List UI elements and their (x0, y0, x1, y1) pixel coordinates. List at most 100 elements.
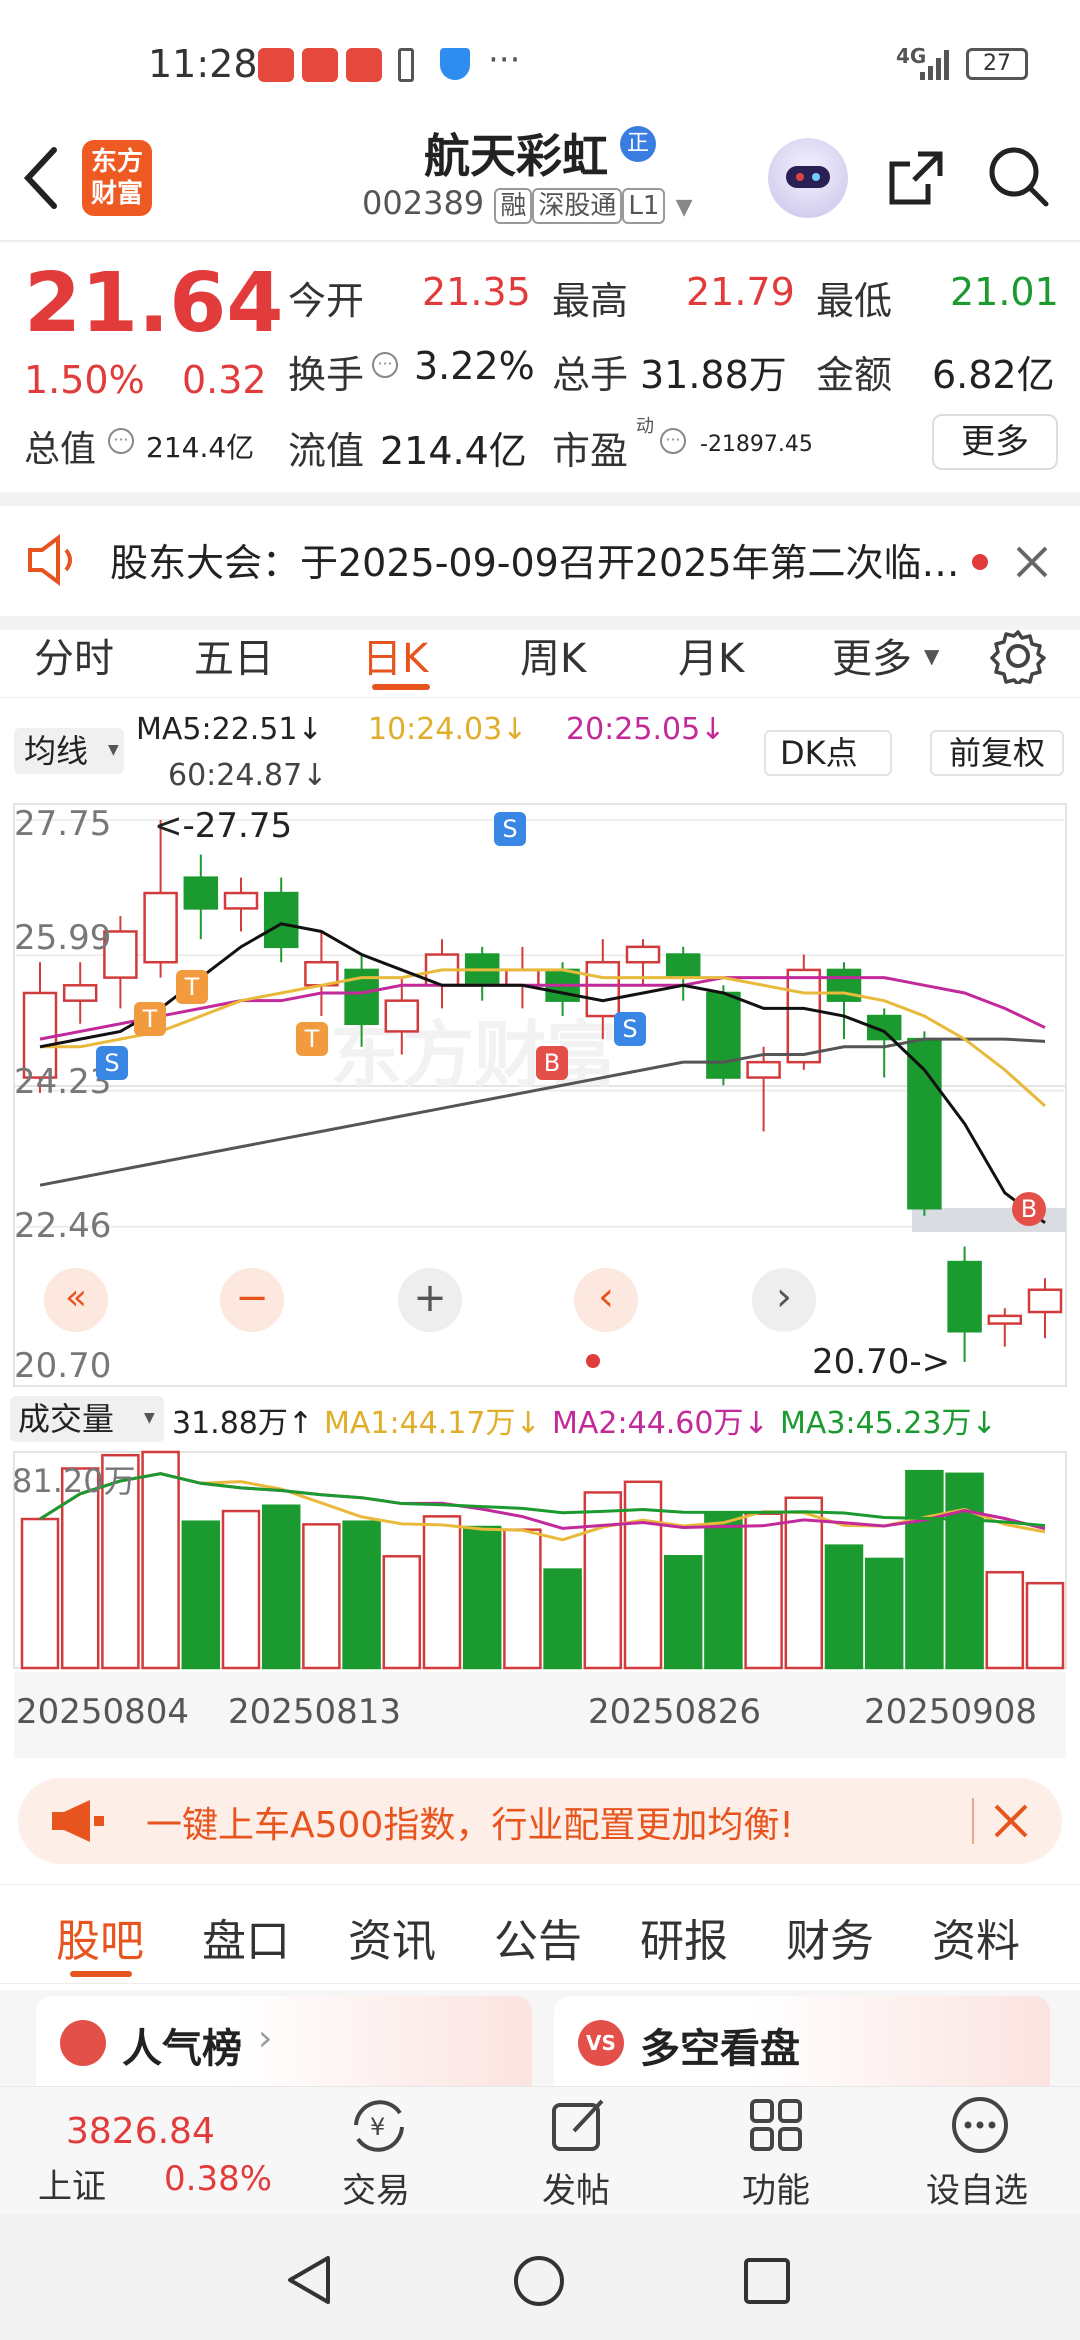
tab-daily-k[interactable]: 日K (362, 626, 428, 684)
level-tag: L1 (622, 188, 666, 224)
kline-chart-area[interactable]: 均线 ▼ MA5:22.51↓ 10:24.03↓ 20:25.05↓ 60:2… (0, 700, 1080, 1760)
tab-intraday[interactable]: 分时 (34, 626, 114, 684)
home-circle-icon[interactable] (512, 2254, 566, 2308)
y-label: 20.70 (14, 1346, 112, 1386)
tab-five-day[interactable]: 五日 (194, 626, 274, 684)
huawei-notification-icon (302, 48, 338, 82)
t-marker[interactable]: T (134, 1002, 166, 1036)
chart-bars-icon (60, 2020, 106, 2066)
caret-down-icon[interactable]: ▼ (676, 195, 693, 220)
t-marker[interactable]: T (176, 970, 208, 1004)
mktcap-label: 总值 (24, 429, 97, 470)
popularity-card[interactable]: 人气榜 › (36, 1996, 532, 2092)
scroll-right-button[interactable]: › (752, 1268, 816, 1332)
sell-marker[interactable]: S (494, 812, 526, 846)
volume-bar (503, 1528, 542, 1670)
volume-bar (824, 1544, 864, 1670)
volume-selector[interactable]: 成交量 (10, 1396, 164, 1442)
volume-bar (181, 1520, 221, 1670)
tab-news[interactable]: 资讯 (348, 1905, 436, 1969)
volume-bar (905, 1469, 944, 1670)
high-value: 21.79 (686, 270, 795, 314)
volume-legend: 31.88万↑ (172, 1406, 314, 1441)
more-button[interactable]: 更多 (932, 414, 1058, 470)
stock-name[interactable]: 航天彩虹 (424, 120, 608, 186)
more-notifications-icon: ··· (488, 40, 521, 80)
candle-body (987, 1314, 1023, 1325)
nav-post[interactable]: 发帖 (500, 2087, 660, 2215)
tab-pankou[interactable]: 盘口 (202, 1905, 290, 1969)
volume-bar (462, 1525, 502, 1670)
margin-tag: 融 (494, 188, 533, 224)
search-icon[interactable] (986, 144, 1052, 210)
kline-svg: 东方财富 (13, 803, 1067, 1758)
vol-ma1-legend: MA1:44.17万↓ (324, 1406, 541, 1441)
stock-header: 东方 财富 航天彩虹 正 002389 融深股通 L1 ▼ (0, 126, 1080, 242)
volume-bar (864, 1557, 904, 1670)
close-icon[interactable] (992, 1802, 1030, 1840)
volume-label: 总手 (552, 353, 629, 397)
nav-post-label: 发帖 (542, 2171, 610, 2211)
nav-watchlist[interactable]: 设自选 (900, 2087, 1060, 2215)
back-arrow-icon[interactable] (20, 146, 60, 210)
back-triangle-icon[interactable] (284, 2254, 334, 2306)
quote-panel: 21.64 1.50% 0.32 今开 21.35 最高 21.79 最低 21… (0, 244, 1080, 492)
bull-bear-card[interactable]: VS 多空看盘 (554, 1996, 1050, 2092)
nav-trade[interactable]: ¥ 交易 (300, 2087, 460, 2215)
vs-icon: VS (578, 2020, 624, 2066)
sell-marker[interactable]: S (96, 1046, 128, 1080)
more-circle-icon (952, 2097, 1008, 2153)
nav-function[interactable]: 功能 (700, 2087, 860, 2215)
amount-value: 6.82亿 (932, 353, 1055, 397)
zoom-in-button[interactable]: + (398, 1268, 462, 1332)
battery-alert-icon (398, 48, 414, 82)
change-percent: 1.50% (24, 358, 145, 402)
sell-marker[interactable]: S (614, 1012, 646, 1046)
share-icon[interactable] (884, 144, 950, 210)
popularity-title: 人气榜 (122, 2026, 242, 2072)
tab-weekly-k[interactable]: 周K (520, 626, 586, 684)
assistant-avatar[interactable] (768, 138, 848, 218)
megaphone-icon (52, 1800, 104, 1842)
stock-code: 002389 (362, 184, 485, 222)
gear-icon[interactable] (990, 628, 1046, 684)
float-value: 214.4亿 (380, 429, 527, 473)
info-icon[interactable]: ··· (108, 428, 134, 454)
turnover-label: 换手 (288, 353, 365, 397)
buy-marker[interactable]: B (1012, 1192, 1046, 1226)
active-tab-indicator (70, 1971, 132, 1977)
tab-monthly-k[interactable]: 月K (678, 626, 744, 684)
candle-body (263, 891, 299, 949)
tab-announcements[interactable]: 公告 (494, 1905, 582, 1969)
tab-research[interactable]: 研报 (640, 1905, 728, 1969)
low-value: 21.01 (950, 270, 1059, 314)
volume-bar (744, 1512, 783, 1670)
zoom-out-button[interactable]: − (220, 1268, 284, 1332)
info-icon[interactable]: ··· (372, 352, 398, 378)
volume-bar (261, 1504, 301, 1670)
date-label: 20250826 (588, 1692, 762, 1732)
volume-bar (985, 1570, 1025, 1670)
official-badge-icon: 正 (620, 126, 656, 162)
max-price-note: <-27.75 (154, 806, 293, 846)
scroll-start-button[interactable]: « (44, 1268, 108, 1332)
tab-guba[interactable]: 股吧 (56, 1905, 144, 1969)
close-icon[interactable] (1014, 544, 1050, 580)
volume-bar (663, 1555, 703, 1670)
scroll-left-button[interactable]: ‹ (574, 1268, 638, 1332)
candle-body (907, 1037, 942, 1210)
t-marker[interactable]: T (296, 1022, 328, 1056)
huawei-notification-icon (346, 48, 382, 82)
tab-finance[interactable]: 财务 (786, 1905, 874, 1969)
promo-banner[interactable]: 一键上车A500指数，行业配置更加均衡! (18, 1778, 1062, 1864)
tab-profile[interactable]: 资料 (932, 1905, 1020, 1969)
volume-bar (543, 1568, 582, 1670)
candle-body (665, 953, 701, 979)
info-icon[interactable]: ··· (660, 428, 686, 454)
buy-marker[interactable]: B (536, 1046, 568, 1080)
tab-more[interactable]: 更多 (832, 626, 912, 684)
recents-square-icon[interactable] (742, 2256, 792, 2306)
index-value: 3826.84 (66, 2111, 215, 2152)
pe-dynamic-label: 动 (636, 416, 654, 437)
notice-bar[interactable]: 股东大会：于2025-09-09召开2025年第二次临… (0, 492, 1080, 630)
